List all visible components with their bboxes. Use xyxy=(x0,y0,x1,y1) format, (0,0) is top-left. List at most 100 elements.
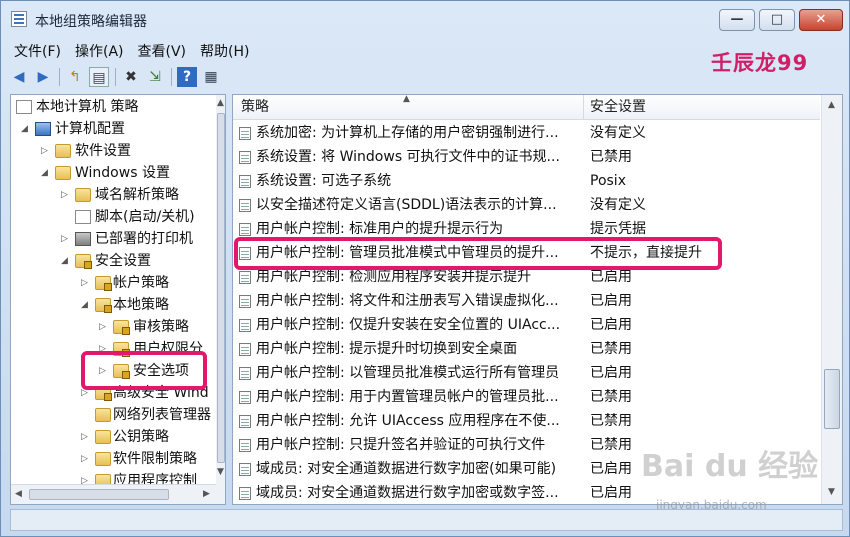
scroll-down-icon[interactable]: ▼ xyxy=(217,467,224,477)
policy-setting-icon xyxy=(239,415,251,428)
folder-icon xyxy=(75,188,91,202)
minimize-button[interactable]: — xyxy=(719,9,755,31)
policy-row[interactable]: 系统加密: 为计算机上存储的用户密钥强制进行... 没有定义 xyxy=(233,121,820,145)
expand-arrow-icon[interactable]: ▷ xyxy=(81,272,91,294)
maximize-button[interactable]: □ xyxy=(759,9,795,31)
policy-setting-icon xyxy=(239,391,251,404)
policy-name: 用户帐户控制: 用于内置管理员帐户的管理员批... xyxy=(256,389,559,405)
close-button[interactable]: ✕ xyxy=(799,9,843,31)
policy-name: 用户帐户控制: 提示提升时切换到安全桌面 xyxy=(256,341,518,357)
collapse-arrow-icon[interactable]: ◢ xyxy=(21,118,31,140)
gpedit-app-icon xyxy=(11,11,27,27)
forward-arrow-icon[interactable]: ▶ xyxy=(33,67,53,87)
policy-value: Posix xyxy=(590,173,626,189)
printer-icon xyxy=(75,232,91,246)
policy-row[interactable]: 用户帐户控制: 将文件和注册表写入错误虚拟化... 已启用 xyxy=(233,289,820,313)
scroll-left-icon[interactable]: ◀ xyxy=(15,489,22,499)
expand-arrow-icon[interactable]: ▷ xyxy=(41,140,51,162)
policy-name: 用户帐户控制: 将文件和注册表写入错误虚拟化... xyxy=(256,293,559,309)
back-arrow-icon[interactable]: ◀ xyxy=(9,67,29,87)
policy-setting-icon xyxy=(239,271,251,284)
policy-value: 已禁用 xyxy=(590,413,632,429)
menu-file[interactable]: 文件(F) xyxy=(7,41,68,63)
policy-setting-icon xyxy=(239,319,251,332)
policy-value: 已启用 xyxy=(590,317,632,333)
policy-name: 域成员: 对安全通道数据进行数字加密(如果可能) xyxy=(256,461,557,477)
highlight-security-options xyxy=(81,351,207,390)
policy-row[interactable]: 用户帐户控制: 仅提升安装在安全位置的 UIAcc... 已启用 xyxy=(233,313,820,337)
scroll-thumb[interactable] xyxy=(824,369,840,429)
policy-row[interactable]: 用户帐户控制: 以管理员批准模式运行所有管理员 已启用 xyxy=(233,361,820,385)
folder-icon xyxy=(55,166,71,180)
folder-icon xyxy=(55,144,71,158)
policy-name: 系统设置: 将 Windows 可执行文件中的证书规... xyxy=(256,149,560,165)
policy-doc-icon xyxy=(16,100,32,114)
up-folder-icon[interactable]: ↰ xyxy=(65,67,85,87)
policy-value: 没有定义 xyxy=(590,197,646,213)
expand-arrow-icon[interactable]: ▷ xyxy=(99,316,109,338)
policy-value: 已启用 xyxy=(590,365,632,381)
policy-value: 已禁用 xyxy=(590,389,632,405)
expand-arrow-icon[interactable]: ▷ xyxy=(61,184,71,206)
help-icon[interactable]: ? xyxy=(177,67,197,87)
menu-action[interactable]: 操作(A) xyxy=(68,41,131,63)
toolbar-separator xyxy=(59,68,60,86)
tree-horizontal-scrollbar[interactable]: ◀ ▶ xyxy=(11,484,216,504)
policy-name: 以安全描述符定义语言(SDDL)语法表示的计算... xyxy=(256,197,557,213)
view-icon[interactable]: ▦ xyxy=(201,67,221,87)
policy-name: 用户帐户控制: 仅提升安装在安全位置的 UIAcc... xyxy=(256,317,561,333)
secure-folder-icon xyxy=(95,298,112,313)
policy-setting-icon xyxy=(239,223,251,236)
scroll-up-icon[interactable]: ▲ xyxy=(828,100,835,110)
folder-icon xyxy=(95,430,111,444)
folder-icon xyxy=(95,408,111,422)
collapse-arrow-icon[interactable]: ◢ xyxy=(81,294,91,316)
delete-icon[interactable]: ✖ xyxy=(121,67,141,87)
baidu-watermark: Bai du 经验 xyxy=(641,449,819,484)
scroll-thumb[interactable] xyxy=(29,489,169,500)
toolbar-separator xyxy=(115,68,116,86)
policy-name: 用户帐户控制: 以管理员批准模式运行所有管理员 xyxy=(256,365,560,381)
column-header-setting[interactable]: 安全设置 xyxy=(584,95,820,120)
menu-help[interactable]: 帮助(H) xyxy=(193,41,256,63)
highlight-admin-elevation-row xyxy=(234,237,722,270)
expand-arrow-icon[interactable]: ▷ xyxy=(81,448,91,470)
secure-folder-icon xyxy=(113,320,130,335)
scroll-down-icon[interactable]: ▼ xyxy=(828,487,835,497)
policy-value: 已禁用 xyxy=(590,149,632,165)
policy-setting-icon xyxy=(239,199,251,212)
scroll-up-icon[interactable]: ▲ xyxy=(217,98,224,108)
collapse-arrow-icon[interactable]: ◢ xyxy=(61,250,71,272)
policy-setting-icon xyxy=(239,439,251,452)
tree-pane: 本地计算机 策略 ◢ 计算机配置 ▷ 软件设置 ◢ Windows 设置 ▷ 域… xyxy=(10,94,226,505)
expand-arrow-icon[interactable]: ▷ xyxy=(81,426,91,448)
policy-name: 用户帐户控制: 允许 UIAccess 应用程序在不使... xyxy=(256,413,560,429)
show-tree-icon[interactable]: ▤ xyxy=(89,67,109,87)
policy-name: 系统设置: 可选子系统 xyxy=(256,173,392,189)
policy-row[interactable]: 系统设置: 可选子系统 Posix xyxy=(233,169,820,193)
secure-folder-icon xyxy=(95,276,112,291)
policy-row[interactable]: 用户帐户控制: 用于内置管理员帐户的管理员批... 已禁用 xyxy=(233,385,820,409)
tree-vertical-scrollbar[interactable]: ▲ ▼ xyxy=(216,95,225,504)
scroll-right-icon[interactable]: ▶ xyxy=(203,489,210,499)
expand-arrow-icon[interactable]: ▷ xyxy=(61,228,71,250)
toolbar: ◀ ▶ ↰ ▤ ✖ ⇲ ? ▦ xyxy=(7,65,247,89)
policy-setting-icon xyxy=(239,295,251,308)
policy-row[interactable]: 系统设置: 将 Windows 可执行文件中的证书规... 已禁用 xyxy=(233,145,820,169)
menu-view[interactable]: 查看(V) xyxy=(131,41,194,63)
list-vertical-scrollbar[interactable]: ▲ ▼ xyxy=(821,95,842,504)
collapse-arrow-icon[interactable]: ◢ xyxy=(41,162,51,184)
title-bar: 本地组策略编辑器 — □ ✕ xyxy=(1,1,849,39)
scroll-thumb[interactable] xyxy=(217,113,225,463)
policy-setting-icon xyxy=(239,463,251,476)
policy-row[interactable]: 以安全描述符定义语言(SDDL)语法表示的计算... 没有定义 xyxy=(233,193,820,217)
policy-setting-icon xyxy=(239,343,251,356)
policy-value: 已启用 xyxy=(590,293,632,309)
export-list-icon[interactable]: ⇲ xyxy=(145,67,165,87)
policy-row[interactable]: 用户帐户控制: 提示提升时切换到安全桌面 已禁用 xyxy=(233,337,820,361)
policy-row[interactable]: 用户帐户控制: 允许 UIAccess 应用程序在不使... 已禁用 xyxy=(233,409,820,433)
secure-folder-icon xyxy=(75,254,92,269)
column-header-policy[interactable]: 策略 ▲ xyxy=(233,95,584,120)
toolbar-separator xyxy=(171,68,172,86)
policy-value: 已禁用 xyxy=(590,341,632,357)
